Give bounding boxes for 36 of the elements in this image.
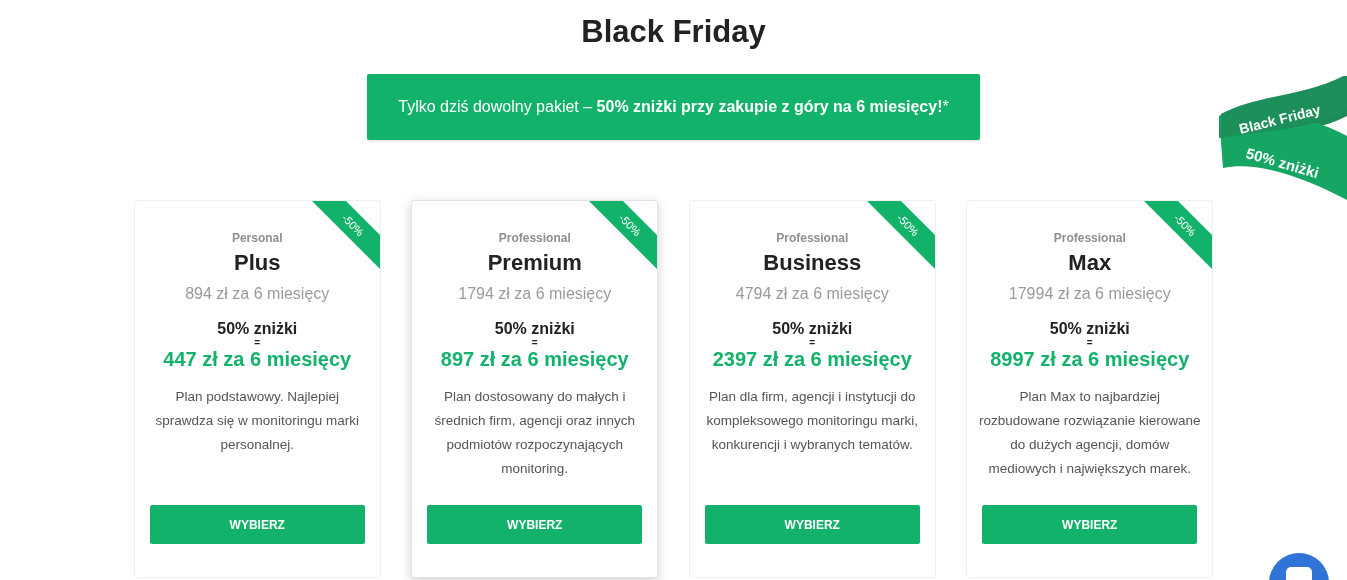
equals-sign: =	[1086, 339, 1093, 347]
plan-description: Plan Max to najbardziej rozbudowane rozwiązanie kierowane do dużych agencji, domów mediowych i największych marek.	[978, 388, 1201, 478]
ribbon-text: Black Friday	[1237, 101, 1323, 137]
discount-label: 50% zniżki	[494, 319, 575, 339]
promo-banner: Tylko dziś dowolny pakiet – 50% zniżki przy zakupie z góry na 6 miesięcy!*	[367, 74, 980, 140]
regular-price: 17994 zł za 6 miesięcy	[1008, 284, 1171, 304]
select-button[interactable]: WYBIERZ	[704, 505, 920, 544]
equals-sign: =	[531, 339, 538, 347]
regular-price: 1794 zł za 6 miesięcy	[458, 284, 612, 304]
page-title: Black Friday	[581, 13, 766, 51]
plan-name: Max	[1068, 249, 1112, 277]
discounted-price: 447 zł za 6 miesięcy	[163, 347, 352, 371]
ribbon-text: 50% zniżki	[1244, 144, 1321, 182]
tier-label: Professional	[1053, 231, 1126, 245]
plan-name: Business	[763, 249, 862, 277]
plan-name: Premium	[487, 249, 582, 277]
select-button[interactable]: WYBIERZ	[982, 505, 1198, 544]
tier-label: Professional	[776, 231, 849, 245]
discounted-price: 897 zł za 6 miesięcy	[440, 347, 629, 371]
equals-sign: =	[254, 339, 261, 347]
discount-label: 50% zniżki	[217, 319, 298, 339]
regular-price: 894 zł za 6 miesięcy	[185, 284, 330, 304]
plan-name: Plus	[234, 249, 281, 277]
select-button[interactable]: WYBIERZ	[149, 505, 365, 544]
plan-description: Plan podstawowy. Najlepiej sprawdza się w monitoringu marki personalnej.	[154, 388, 360, 454]
regular-price: 4794 zł za 6 miesięcy	[735, 284, 889, 304]
select-button[interactable]: WYBIERZ	[427, 505, 643, 544]
discounted-price: 8997 zł za 6 miesięcy	[990, 347, 1190, 371]
discount-label: 50% zniżki	[1049, 319, 1130, 339]
plan-description: Plan dla firm, agencji i instytucji do kompleksowego monitoringu marki, konkurencji i wybranych tematów.	[705, 388, 920, 454]
tier-label: Professional	[498, 231, 571, 245]
discount-label: 50% zniżki	[772, 319, 853, 339]
tier-label: Personal	[231, 231, 283, 245]
plan-description: Plan dostosowany do małych i średnich firm, agencji oraz innych podmiotów rozpoczynających monitoring.	[433, 388, 636, 478]
equals-sign: =	[809, 339, 816, 347]
discounted-price: 2397 zł za 6 miesięcy	[712, 347, 912, 371]
